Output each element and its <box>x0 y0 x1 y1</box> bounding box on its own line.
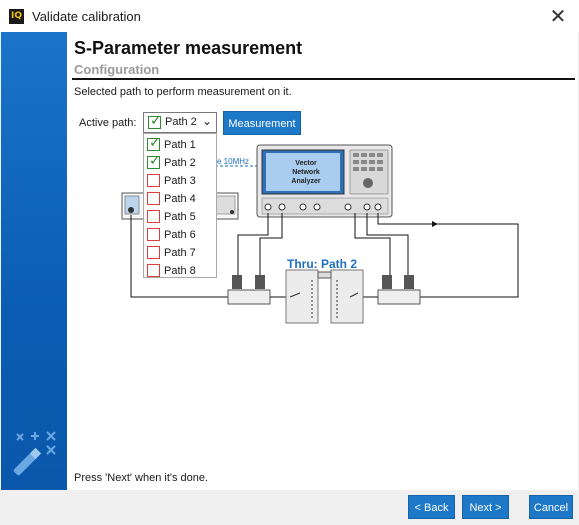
checked-checkbox-icon[interactable]: ✓ <box>147 153 161 169</box>
path-option-8[interactable]: Path 8 <box>144 262 216 280</box>
path-option-3[interactable]: Path 3 <box>144 172 216 190</box>
active-path-label: Active path: <box>79 117 137 129</box>
path-option-label: Path 4 <box>164 193 196 205</box>
back-button[interactable]: < Back <box>408 495 455 519</box>
magic-wand-icon <box>13 431 56 476</box>
next-button[interactable]: Next > <box>462 495 509 519</box>
path-option-6[interactable]: Path 6 <box>144 226 216 244</box>
checked-checkbox-icon: ✓ <box>148 113 162 129</box>
switch-matrix <box>285 269 364 324</box>
unchecked-checkbox-icon[interactable] <box>147 264 160 277</box>
right-coupler <box>362 275 421 305</box>
path-option-2[interactable]: ✓ Path 2 <box>144 153 216 172</box>
path-option-label: Path 8 <box>164 265 196 277</box>
window-title: Validate calibration <box>32 9 141 24</box>
unchecked-checkbox-icon[interactable] <box>147 192 160 205</box>
path-option-5[interactable]: Path 5 <box>144 208 216 226</box>
path-option-label: Path 3 <box>164 175 196 187</box>
path-option-label: Path 5 <box>164 211 196 223</box>
cancel-button[interactable]: Cancel <box>529 495 573 519</box>
checked-checkbox-icon[interactable]: ✓ <box>147 135 161 151</box>
path-option-1[interactable]: ✓ Path 1 <box>144 135 216 154</box>
path-option-7[interactable]: Path 7 <box>144 244 216 262</box>
unchecked-checkbox-icon[interactable] <box>147 174 160 187</box>
unchecked-checkbox-icon[interactable] <box>147 210 160 223</box>
reference-frequency-label: e 10MHz <box>217 157 250 166</box>
status-text: Press 'Next' when it's done. <box>74 472 209 484</box>
active-path-value: Path 2 <box>165 116 197 128</box>
thru-label: Thru: Path 2 <box>287 257 358 271</box>
title-divider <box>72 78 575 80</box>
path-option-label: Path 1 <box>164 139 196 151</box>
chevron-down-icon: ⌄ <box>201 114 212 128</box>
active-path-combobox[interactable]: ✓ Path 2 ⌄ <box>143 112 217 133</box>
measurement-button[interactable]: Measurement <box>223 111 301 135</box>
unchecked-checkbox-icon[interactable] <box>147 246 160 259</box>
page-description: Selected path to perform measurement on … <box>74 86 292 98</box>
page-subtitle: Configuration <box>74 62 160 77</box>
path-option-4[interactable]: Path 4 <box>144 190 216 208</box>
app-logo-icon: IQ <box>9 9 24 24</box>
close-icon[interactable]: ✕ <box>547 5 569 27</box>
path-option-label: Path 6 <box>164 229 196 241</box>
wizard-sidebar <box>1 32 67 490</box>
path-dropdown-list: ✓ Path 1 ✓ Path 2 Path 3 Path 4 Path 5 P… <box>143 133 217 278</box>
path-option-label: Path 7 <box>164 247 196 259</box>
path-option-label: Path 2 <box>164 157 196 169</box>
page-title: S-Parameter measurement <box>74 38 303 58</box>
unchecked-checkbox-icon[interactable] <box>147 228 160 241</box>
vna-label: Vector Network Analyzer <box>291 160 321 185</box>
left-coupler <box>227 275 286 305</box>
title-bar: IQ Validate calibration ✕ <box>0 0 579 32</box>
